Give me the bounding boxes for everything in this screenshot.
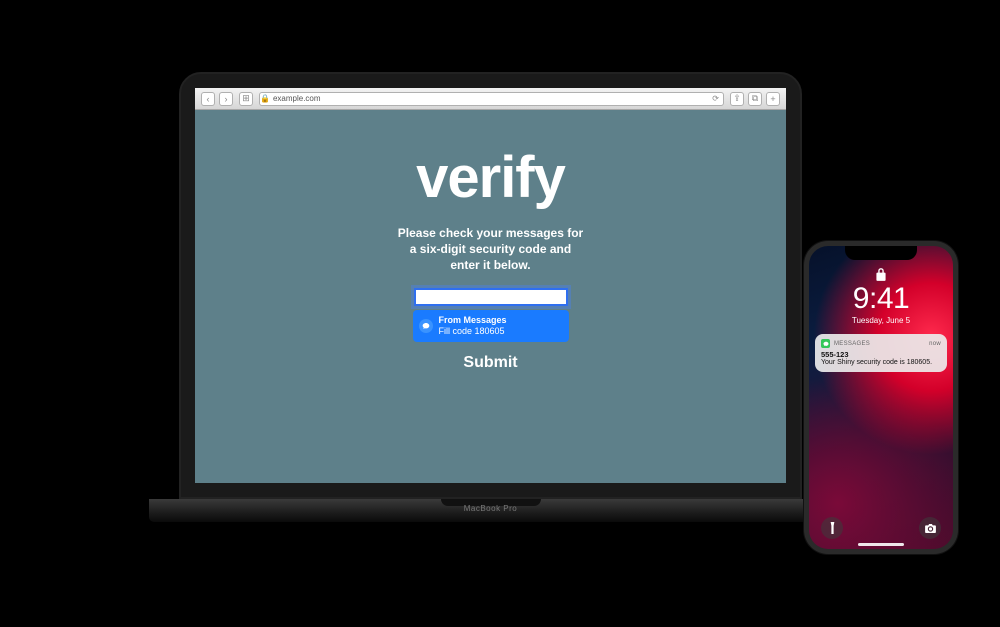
lock-icon: 🔒: [260, 94, 270, 103]
url-host: example.com: [273, 94, 321, 103]
reload-icon[interactable]: ⟳: [712, 94, 719, 103]
phone-lockscreen: 9:41 Tuesday, June 5 MESSAGES now 555-12…: [809, 246, 953, 549]
code-input[interactable]: [414, 288, 568, 306]
messages-app-icon: [821, 339, 830, 348]
lockscreen-time: 9:41: [809, 282, 953, 316]
autofill-suggestion[interactable]: From Messages Fill code 180605: [413, 310, 569, 343]
notification-title: 555-123: [821, 350, 941, 359]
iphone-device: 9:41 Tuesday, June 5 MESSAGES now 555-12…: [804, 241, 958, 554]
messages-icon: [419, 319, 433, 333]
macbook-device: ‹ › ⊞ 🔒 example.com ⟳ ⇪ ⧉ + verify: [149, 72, 832, 575]
page-subtitle: Please check your messages for a six-dig…: [398, 225, 583, 274]
camera-button[interactable]: [919, 517, 941, 539]
home-indicator[interactable]: [858, 543, 904, 546]
phone-notch: [845, 246, 917, 260]
laptop-base: MacBook Pro: [149, 499, 832, 522]
laptop-brand-label: MacBook Pro: [149, 504, 832, 513]
flashlight-button[interactable]: [821, 517, 843, 539]
sidebar-button[interactable]: ⊞: [239, 92, 253, 106]
notification-card[interactable]: MESSAGES now 555-123 Your Shiny security…: [815, 334, 947, 372]
laptop-lid: ‹ › ⊞ 🔒 example.com ⟳ ⇪ ⧉ + verify: [179, 72, 802, 499]
autofill-source: From Messages: [439, 315, 507, 326]
notification-body: Your Shiny security code is 180605.: [821, 359, 941, 367]
verify-page: verify Please check your messages for a …: [195, 110, 786, 483]
newtab-button[interactable]: +: [766, 92, 780, 106]
address-bar[interactable]: 🔒 example.com ⟳: [259, 92, 724, 106]
lockscreen-date: Tuesday, June 5: [809, 316, 953, 325]
autofill-action: Fill code 180605: [439, 326, 507, 337]
subtitle-line: enter it below.: [398, 257, 583, 273]
subtitle-line: Please check your messages for: [398, 225, 583, 241]
tabs-button[interactable]: ⧉: [748, 92, 762, 106]
share-button[interactable]: ⇪: [730, 92, 744, 106]
submit-button[interactable]: Submit: [463, 354, 517, 372]
page-title: verify: [416, 144, 565, 211]
laptop-screen: ‹ › ⊞ 🔒 example.com ⟳ ⇪ ⧉ + verify: [195, 88, 786, 483]
notification-time: now: [929, 341, 941, 347]
safari-toolbar: ‹ › ⊞ 🔒 example.com ⟳ ⇪ ⧉ +: [195, 88, 786, 110]
back-button[interactable]: ‹: [201, 92, 215, 106]
lock-icon: [876, 268, 887, 281]
subtitle-line: a six-digit security code and: [398, 241, 583, 257]
forward-button[interactable]: ›: [219, 92, 233, 106]
notification-app-name: MESSAGES: [834, 341, 870, 347]
